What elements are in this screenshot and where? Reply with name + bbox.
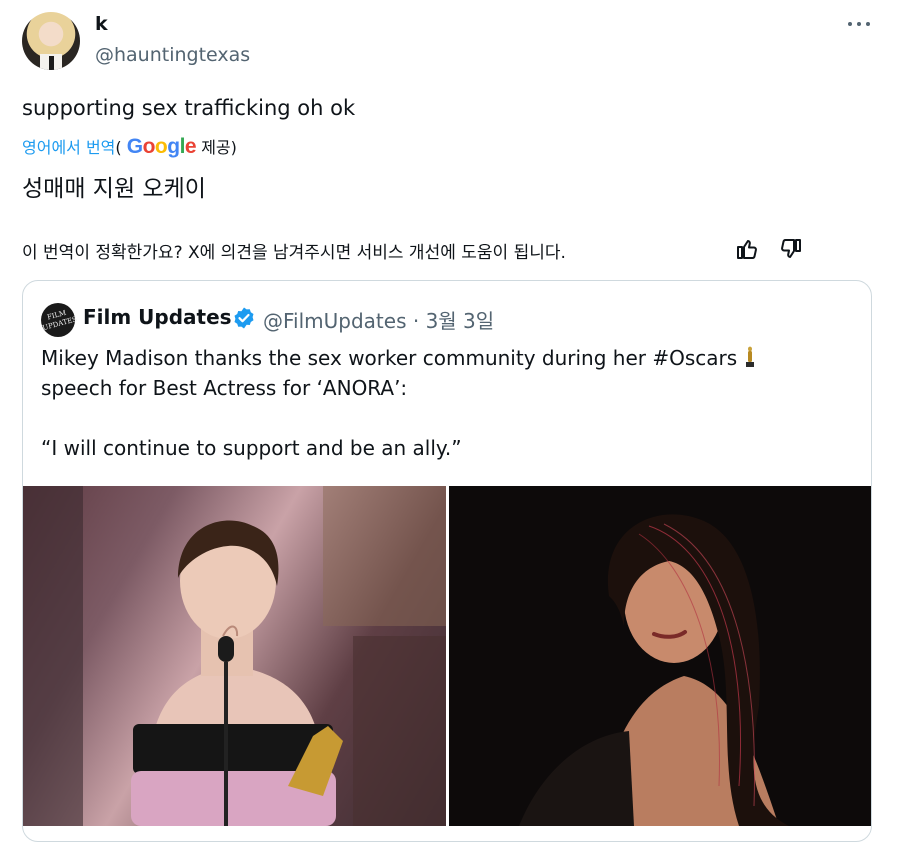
paren-open: ( xyxy=(115,138,122,157)
translation-feedback-prompt: 이 번역이 정확한가요? X에 의견을 남겨주시면 서비스 개선에 도움이 됩니… xyxy=(22,243,566,263)
quoted-text-line: “I will continue to support and be an al… xyxy=(41,436,462,460)
quoted-author-name[interactable]: Film Updates xyxy=(83,305,232,329)
quoted-text-line: speech for Best Actress for ‘ANORA’: xyxy=(41,376,408,400)
verified-badge-icon xyxy=(234,307,254,329)
more-icon[interactable] xyxy=(846,14,872,36)
speech-illustration xyxy=(23,486,446,826)
more-dot xyxy=(857,22,861,26)
quoted-avatar-text: FILM UPDATES xyxy=(41,308,78,333)
tweet-text: supporting sex trafficking oh ok xyxy=(22,96,356,120)
quoted-image-portrait[interactable] xyxy=(449,486,871,826)
quoted-author-handle[interactable]: @FilmUpdates xyxy=(263,309,407,333)
more-dot xyxy=(866,22,870,26)
quoted-meta: @FilmUpdates · 3월 3일 xyxy=(263,305,494,334)
avatar-tie xyxy=(49,56,54,70)
translated-provided-label: 제공) xyxy=(201,138,237,157)
google-logo: Google xyxy=(126,135,197,158)
thumbs-down-icon[interactable] xyxy=(779,237,803,261)
quoted-image-oscars-speech[interactable] xyxy=(23,486,446,826)
author-name[interactable]: k xyxy=(95,13,108,35)
quoted-date[interactable]: 3월 3일 xyxy=(426,309,495,333)
translated-from-label[interactable]: 영어에서 번역 xyxy=(22,138,115,157)
thumbs-up-icon[interactable] xyxy=(735,237,759,261)
author-handle[interactable]: @hauntingtexas xyxy=(95,44,250,66)
more-dot xyxy=(848,22,852,26)
author-avatar[interactable] xyxy=(22,12,80,70)
quoted-text-line: Mikey Madison thanks the sex worker comm… xyxy=(41,346,738,370)
quoted-text: Mikey Madison thanks the sex worker comm… xyxy=(41,343,851,463)
translation-attribution[interactable]: 영어에서 번역( Google 제공) xyxy=(22,134,237,159)
quoted-tweet[interactable]: FILM UPDATES Film Updates @FilmUpdates ·… xyxy=(22,280,872,842)
trophy-icon xyxy=(746,346,755,367)
meta-separator: · xyxy=(412,309,420,333)
quoted-author-avatar[interactable]: FILM UPDATES xyxy=(41,303,78,337)
portrait-illustration xyxy=(519,514,789,826)
translated-text: 성매매 지원 오케이 xyxy=(22,176,206,202)
